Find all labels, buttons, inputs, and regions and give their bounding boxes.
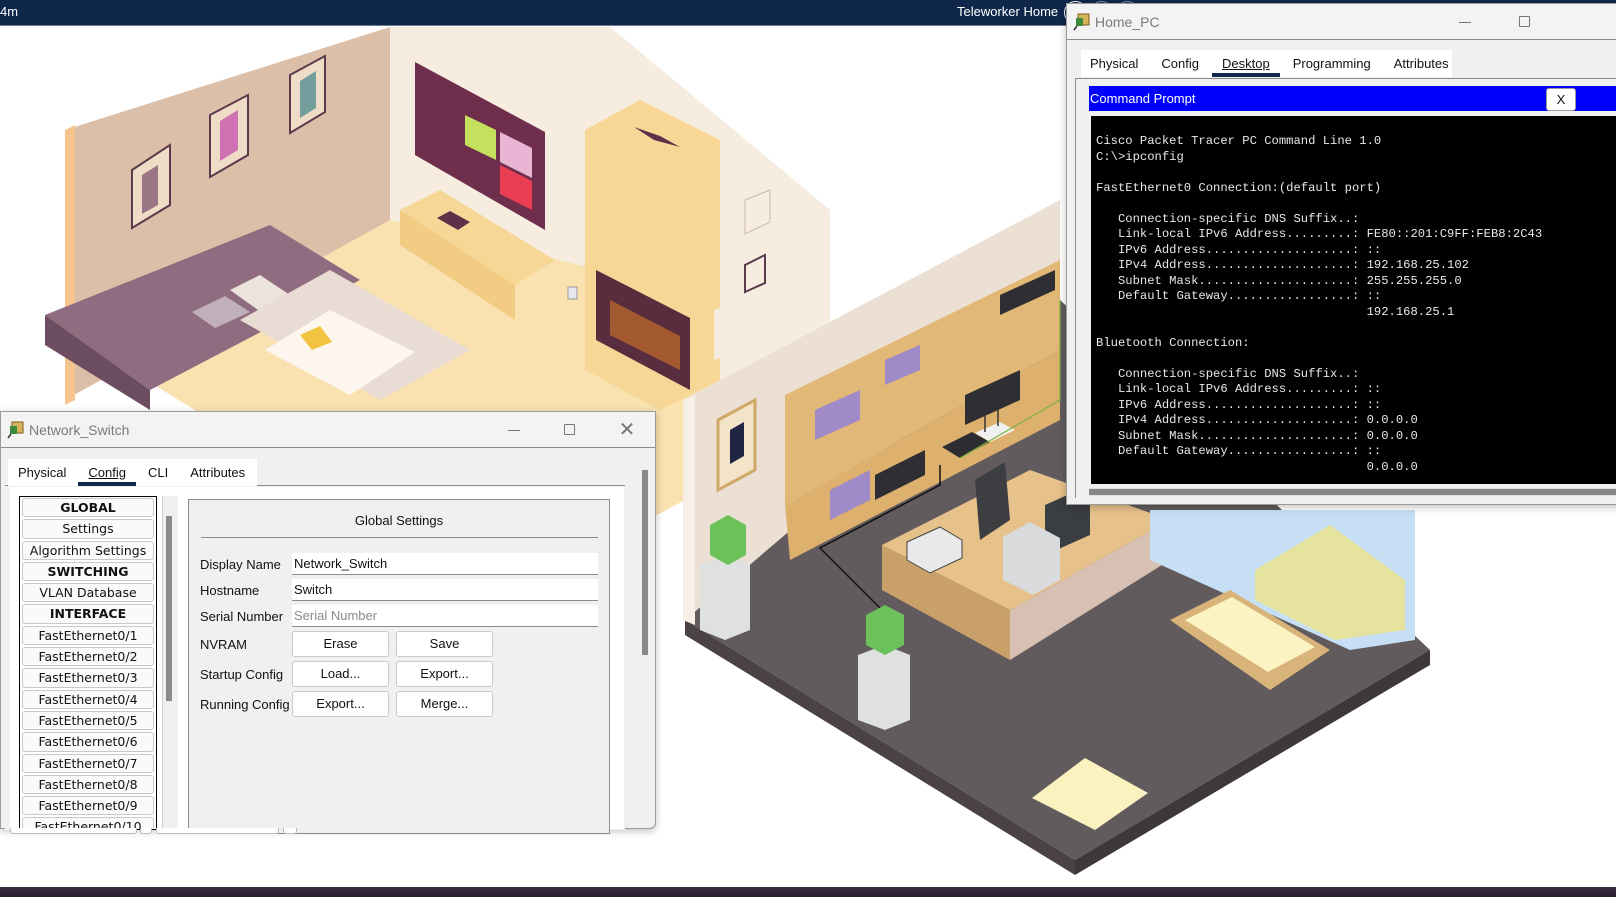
- nav-item-interface[interactable]: FastEthernet0/7: [22, 753, 154, 773]
- config-nav-list: GLOBAL Settings Algorithm Settings SWITC…: [19, 496, 157, 830]
- timer-readout: 4m: [0, 4, 19, 19]
- running-export-button[interactable]: Export...: [292, 691, 389, 717]
- environment-name: Teleworker Home: [957, 4, 1059, 19]
- packet-tracer-workspace: 4m Teleworker Home Home_PC Physical Conf…: [0, 0, 1616, 897]
- terminal-output: Cisco Packet Tracer PC Command Line 1.0 …: [1096, 134, 1543, 474]
- maximize-icon: [564, 424, 575, 435]
- minimize-icon: [1459, 22, 1471, 23]
- hidden-button[interactable]: [10, 828, 137, 834]
- packet-tracer-icon: [1073, 13, 1090, 31]
- command-prompt-terminal[interactable]: Cisco Packet Tracer PC Command Line 1.0 …: [1091, 116, 1616, 484]
- serial-number-label: Serial Number: [200, 609, 284, 624]
- taskbar-edge: [0, 887, 1616, 897]
- nvram-label: NVRAM: [200, 637, 247, 652]
- tab-physical[interactable]: Physical: [1090, 50, 1138, 77]
- nav-item-interface[interactable]: FastEthernet0/5: [22, 710, 154, 731]
- window-title: Network_Switch: [29, 422, 130, 438]
- command-prompt-close-button[interactable]: X: [1546, 88, 1576, 111]
- horizontal-scrollbar[interactable]: [1089, 488, 1616, 496]
- nav-item-interface[interactable]: FastEthernet0/1: [22, 625, 154, 646]
- nav-header-global: GLOBAL: [22, 498, 154, 518]
- nav-list-scrollbar[interactable]: [162, 496, 178, 830]
- window-titlebar[interactable]: Network_Switch ✕: [1, 412, 655, 448]
- scrollbar-thumb[interactable]: [1089, 489, 1616, 495]
- hidden-button[interactable]: [283, 828, 297, 834]
- tab-physical[interactable]: Physical: [18, 459, 66, 486]
- tab-desktop[interactable]: Desktop: [1212, 50, 1280, 77]
- running-config-label: Running Config: [200, 697, 290, 712]
- hostname-label: Hostname: [200, 583, 260, 598]
- nav-header-switching: SWITCHING: [22, 561, 154, 582]
- minimize-icon: [508, 430, 520, 431]
- command-prompt-title: Command Prompt: [1090, 91, 1196, 106]
- maximize-button[interactable]: [1510, 10, 1540, 34]
- window-titlebar[interactable]: Home_PC: [1067, 4, 1616, 40]
- nav-item-interface[interactable]: FastEthernet0/8: [22, 774, 154, 795]
- nav-item-interface[interactable]: FastEthernet0/3: [22, 668, 154, 688]
- tab-config[interactable]: Config: [78, 459, 136, 486]
- minimize-button[interactable]: [1450, 10, 1480, 34]
- nav-item-interface[interactable]: FastEthernet0/6: [22, 732, 154, 752]
- command-prompt-titlebar: Command Prompt: [1089, 86, 1616, 111]
- global-settings-panel: Global Settings Display Name Network_Swi…: [188, 499, 610, 834]
- startup-load-button[interactable]: Load...: [292, 661, 389, 687]
- divider: [201, 537, 598, 538]
- nav-item-interface[interactable]: FastEthernet0/9: [22, 796, 154, 816]
- network-switch-window: Network_Switch ✕ Physical Config CLI Att…: [0, 411, 656, 834]
- tab-attributes[interactable]: Attributes: [190, 459, 245, 486]
- nav-item-algorithm-settings[interactable]: Algorithm Settings: [22, 540, 154, 560]
- serial-number-field[interactable]: Serial Number: [292, 605, 598, 627]
- display-name-label: Display Name: [200, 557, 281, 572]
- hidden-button[interactable]: [156, 828, 279, 834]
- nvram-save-button[interactable]: Save: [396, 631, 493, 657]
- global-settings-heading: Global Settings: [354, 513, 444, 528]
- scrollbar-thumb[interactable]: [642, 470, 648, 655]
- nav-header-interface: INTERFACE: [22, 604, 154, 624]
- startup-export-button[interactable]: Export...: [396, 661, 493, 687]
- nvram-erase-button[interactable]: Erase: [292, 631, 389, 657]
- device-tabs: Physical Config CLI Attributes: [8, 459, 257, 486]
- nav-item-settings[interactable]: Settings: [22, 519, 154, 539]
- display-name-field[interactable]: Network_Switch: [292, 553, 598, 575]
- nav-item-interface[interactable]: FastEthernet0/2: [22, 647, 154, 667]
- running-merge-button[interactable]: Merge...: [396, 691, 493, 717]
- scrollbar-thumb[interactable]: [166, 516, 172, 701]
- tab-cli[interactable]: CLI: [148, 459, 168, 486]
- device-tabs: Physical Config Desktop Programming Attr…: [1081, 50, 1452, 77]
- window-title: Home_PC: [1095, 14, 1160, 30]
- maximize-button[interactable]: [555, 418, 585, 442]
- tab-config[interactable]: Config: [1161, 50, 1199, 77]
- packet-tracer-icon: [7, 421, 24, 439]
- close-button[interactable]: ✕: [612, 418, 642, 442]
- startup-config-label: Startup Config: [200, 667, 284, 682]
- nav-item-interface[interactable]: FastEthernet0/4: [22, 689, 154, 709]
- close-icon: ✕: [618, 419, 636, 441]
- minimize-button[interactable]: [499, 418, 529, 442]
- switch-window-scrollbar[interactable]: [637, 468, 653, 828]
- tab-programming[interactable]: Programming: [1293, 50, 1371, 77]
- nav-item-vlan-database[interactable]: VLAN Database: [22, 583, 154, 603]
- tab-attributes[interactable]: Attributes: [1394, 50, 1449, 77]
- wall-outlet: [567, 286, 578, 300]
- hidden-button[interactable]: [140, 828, 152, 834]
- hostname-field[interactable]: Switch: [292, 579, 598, 601]
- maximize-icon: [1519, 16, 1530, 27]
